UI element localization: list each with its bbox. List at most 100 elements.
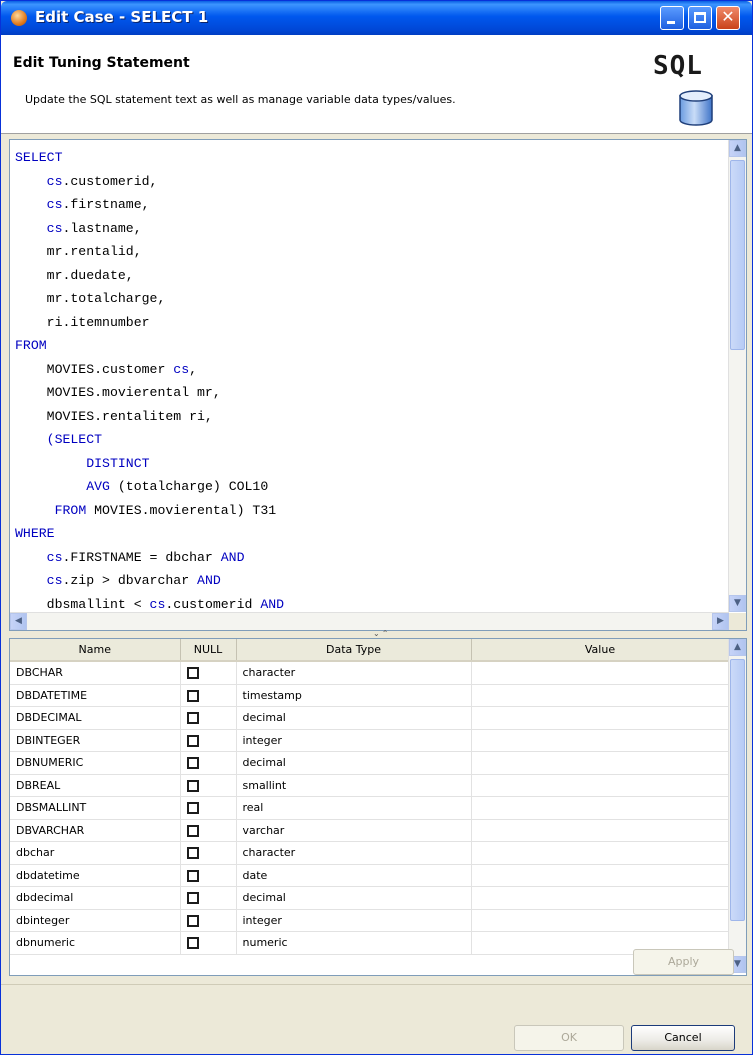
- data-type-cell[interactable]: numeric: [236, 931, 472, 955]
- sql-keyword: AVG: [86, 479, 110, 494]
- sql-keyword: DISTINCT: [86, 455, 150, 471]
- footer-divider: [1, 984, 752, 985]
- sql-line: cs.firstname,: [15, 193, 284, 217]
- splitter-handle-icon[interactable]: ⌄⌃: [373, 629, 390, 638]
- value-cell[interactable]: [471, 819, 729, 842]
- table-row[interactable]: dbinteger integer: [10, 909, 729, 932]
- null-checkbox[interactable]: [186, 824, 199, 837]
- value-cell[interactable]: [471, 886, 729, 910]
- null-checkbox[interactable]: [186, 689, 199, 702]
- data-type-cell[interactable]: decimal: [236, 706, 472, 730]
- editor-scroll-thumb[interactable]: [730, 160, 745, 350]
- title-bar[interactable]: Edit Case - SELECT 1 ✕: [1, 1, 752, 35]
- table-row[interactable]: DBDECIMAL decimal: [10, 706, 729, 730]
- scroll-left-icon[interactable]: ◀: [10, 613, 27, 630]
- column-header-data-type[interactable]: Data Type: [236, 639, 472, 662]
- table-row[interactable]: DBDATETIME timestamp: [10, 684, 729, 707]
- editor-vertical-scrollbar[interactable]: ▲ ▼: [728, 140, 746, 612]
- data-type-cell[interactable]: smallint: [236, 774, 472, 797]
- data-type-cell[interactable]: timestamp: [236, 684, 472, 707]
- value-cell[interactable]: [471, 684, 729, 707]
- null-checkbox[interactable]: [186, 779, 199, 792]
- close-button[interactable]: ✕: [716, 6, 740, 30]
- sql-token: .customerid: [165, 596, 261, 612]
- sql-line: FROM: [15, 334, 284, 358]
- variable-name: dbinteger: [10, 909, 181, 932]
- scroll-down-icon[interactable]: ▼: [729, 595, 746, 612]
- table-row[interactable]: DBINTEGER integer: [10, 729, 729, 752]
- table-row[interactable]: dbchar character: [10, 841, 729, 865]
- scroll-up-icon[interactable]: ▲: [729, 140, 746, 157]
- null-checkbox[interactable]: [186, 802, 199, 815]
- table-row[interactable]: dbdatetime date: [10, 864, 729, 887]
- data-type-cell[interactable]: integer: [236, 909, 472, 932]
- maximize-button[interactable]: [688, 6, 712, 30]
- table-row[interactable]: DBSMALLINT real: [10, 796, 729, 820]
- null-checkbox[interactable]: [186, 734, 199, 747]
- minimize-icon: [667, 21, 675, 24]
- ok-button[interactable]: OK: [514, 1025, 624, 1051]
- data-type-cell[interactable]: decimal: [236, 886, 472, 910]
- sql-token: ri.itemnumber: [15, 314, 150, 330]
- sql-token: MOVIES.customer: [15, 361, 174, 377]
- data-type-cell[interactable]: integer: [236, 729, 472, 752]
- column-header-name[interactable]: Name: [10, 639, 181, 662]
- sql-keyword: AND: [220, 549, 245, 565]
- data-type-cell[interactable]: character: [236, 841, 472, 865]
- sql-text[interactable]: SELECT cs.customerid, cs.firstname, cs.l…: [15, 146, 284, 616]
- minimize-button[interactable]: [660, 6, 684, 30]
- null-checkbox[interactable]: [186, 892, 199, 905]
- value-cell[interactable]: [471, 729, 729, 752]
- data-type-cell[interactable]: character: [236, 661, 472, 685]
- value-cell[interactable]: [471, 864, 729, 887]
- value-cell[interactable]: [471, 706, 729, 730]
- value-cell[interactable]: [471, 751, 729, 775]
- sql-line: FROM MOVIES.movierental) T31: [15, 499, 284, 523]
- null-checkbox[interactable]: [186, 847, 199, 860]
- table-vertical-scrollbar[interactable]: ▲ ▼: [728, 639, 746, 973]
- sql-alias: cs: [149, 596, 166, 612]
- null-checkbox[interactable]: [186, 712, 199, 725]
- table-row[interactable]: DBVARCHAR varchar: [10, 819, 729, 842]
- value-cell[interactable]: [471, 774, 729, 797]
- data-type-cell[interactable]: varchar: [236, 819, 472, 842]
- data-type-cell[interactable]: date: [236, 864, 472, 887]
- value-cell[interactable]: [471, 909, 729, 932]
- null-checkbox[interactable]: [186, 667, 199, 680]
- window-title: Edit Case - SELECT 1: [35, 8, 209, 26]
- null-checkbox[interactable]: [186, 914, 199, 927]
- maximize-icon: [694, 12, 706, 23]
- null-cell: [180, 796, 237, 820]
- sql-keyword: SELECT: [15, 150, 63, 165]
- sql-editor[interactable]: SELECT cs.customerid, cs.firstname, cs.l…: [9, 139, 747, 631]
- scroll-right-icon[interactable]: ▶: [712, 613, 729, 630]
- data-type-cell[interactable]: real: [236, 796, 472, 820]
- sql-token: MOVIES.movierental) T31: [86, 502, 277, 518]
- null-checkbox[interactable]: [186, 869, 199, 882]
- null-checkbox[interactable]: [186, 757, 199, 770]
- column-header-value[interactable]: Value: [471, 639, 729, 662]
- table-row[interactable]: DBCHAR character: [10, 661, 729, 685]
- variable-name: DBSMALLINT: [10, 796, 181, 820]
- sql-line: MOVIES.rentalitem ri,: [15, 405, 284, 429]
- sql-line: ri.itemnumber: [15, 311, 284, 335]
- column-header-null[interactable]: NULL: [180, 639, 237, 662]
- apply-button[interactable]: Apply: [633, 949, 734, 975]
- value-cell[interactable]: [471, 661, 729, 685]
- null-cell: [180, 886, 237, 910]
- data-type-cell[interactable]: decimal: [236, 751, 472, 775]
- table-row[interactable]: DBREAL smallint: [10, 774, 729, 797]
- null-cell: [180, 661, 237, 685]
- cancel-button[interactable]: Cancel: [631, 1025, 735, 1051]
- table-row[interactable]: dbnumeric numeric: [10, 931, 729, 955]
- editor-horizontal-scrollbar[interactable]: ◀ ▶: [10, 612, 729, 630]
- scroll-up-icon[interactable]: ▲: [729, 639, 746, 656]
- null-checkbox[interactable]: [186, 937, 199, 950]
- value-cell[interactable]: [471, 841, 729, 865]
- table-row[interactable]: DBNUMERIC decimal: [10, 751, 729, 775]
- table-row[interactable]: dbdecimal decimal: [10, 886, 729, 910]
- table-scroll-thumb[interactable]: [730, 659, 745, 921]
- value-cell[interactable]: [471, 796, 729, 820]
